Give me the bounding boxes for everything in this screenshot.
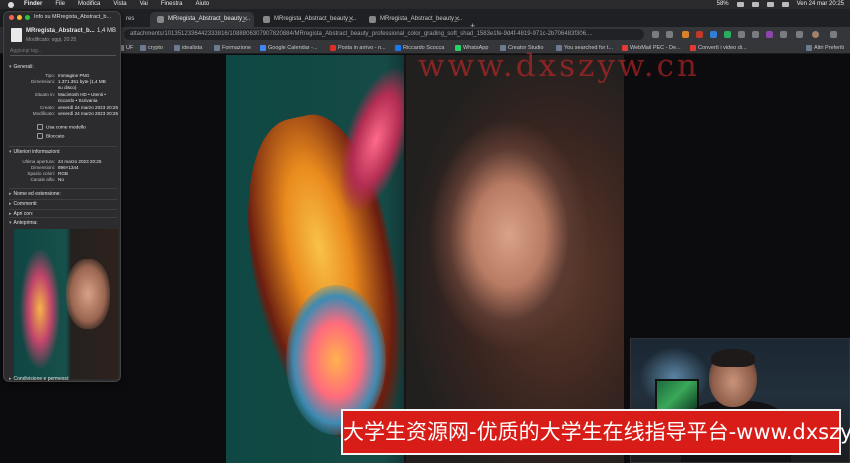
info-row: su disco) — [58, 85, 77, 90]
extension-icon[interactable] — [724, 31, 731, 38]
file-icon — [11, 28, 22, 42]
file-name: MRregista_Abstract_b... — [26, 28, 95, 34]
tab-label: MRregista_Abstract_beauty_... — [168, 16, 251, 22]
bookmark-formazione[interactable]: Formazione — [214, 42, 251, 54]
menu-dots-icon[interactable] — [830, 31, 837, 38]
preview-thumbnail — [14, 229, 118, 379]
watermark-url: www.dxszyw.cn — [418, 48, 700, 84]
extension-icon[interactable] — [752, 31, 759, 38]
tab[interactable]: MRregista_Abstract_beauty_... ✕ — [256, 12, 360, 27]
tab-favicon-icon — [263, 16, 270, 23]
bookmark-idealista[interactable]: idealista — [174, 42, 202, 54]
info-row: Canale alfa: No — [30, 177, 64, 182]
browser-toolbar: attachments/1013512336442333816/10888063… — [0, 27, 850, 42]
divider — [9, 146, 117, 147]
section-preview-toggle[interactable]: Anteprima: — [9, 220, 38, 226]
bookmark-crypto[interactable]: crypto — [140, 42, 163, 54]
extension-icon[interactable] — [682, 31, 689, 38]
divider — [9, 199, 117, 200]
menu-vai[interactable]: Vai — [140, 0, 148, 9]
section-more-info-toggle[interactable]: Ulteriori informazioni: — [9, 149, 61, 155]
file-size: 1,4 MB — [96, 28, 116, 34]
info-row: Situato in: Macintosh HD • Utenti • — [34, 92, 106, 97]
browser-tab-strip: res MRregista_Abstract_beauty_... ✕ MRre… — [0, 9, 850, 31]
section-general-toggle[interactable]: Generali: — [9, 64, 34, 70]
tab-label: MRregista_Abstract_beauty_... — [274, 16, 357, 22]
tab-label: res — [126, 16, 135, 22]
extension-icon[interactable] — [710, 31, 717, 38]
info-row: Tipo: Immagine PNG — [44, 73, 90, 78]
template-checkbox[interactable]: Usa come modello — [37, 124, 86, 130]
preview-face — [66, 259, 110, 329]
apple-icon[interactable] — [8, 1, 14, 8]
image-portrait-face — [404, 55, 624, 463]
bookmark-google-calendar[interactable]: Google Calendar -... — [260, 42, 318, 54]
menu-finestra[interactable]: Finestra — [161, 0, 183, 9]
section-comments-toggle[interactable]: Commenti: — [9, 201, 38, 207]
tab-active[interactable]: MRregista_Abstract_beauty_... ✕ — [150, 12, 254, 27]
info-row: Modificato: venerdì 24 marzo 2023 20:25 — [32, 111, 119, 116]
close-tab-icon[interactable]: ✕ — [454, 12, 460, 27]
macos-menu-bar: Finder File Modifica Vista Vai Finestra … — [0, 0, 850, 9]
window-titlebar[interactable]: Info su MRregista_Abstract_b... — [4, 12, 120, 23]
share-icon[interactable] — [652, 31, 659, 38]
watermark-banner: 大学生资源网-优质的大学生在线指导平台-www.dxszyw.cn — [341, 409, 850, 455]
close-tab-icon[interactable]: ✕ — [242, 12, 248, 27]
address-bar[interactable]: attachments/1013512336442333816/10888063… — [124, 29, 644, 40]
menu-finder[interactable]: Finder — [24, 0, 42, 9]
divider — [9, 188, 117, 189]
info-row: riccardo • Scrivania — [58, 98, 98, 103]
screen: Finder File Modifica Vista Vai Finestra … — [0, 0, 850, 463]
menubar-clock[interactable]: Ven 24 mar 20:25 — [797, 0, 844, 9]
displayed-image[interactable] — [226, 55, 624, 463]
battery-icon[interactable] — [736, 2, 744, 7]
info-row: Ultima apertura: 24 marzo 2023 20:25 — [22, 159, 102, 164]
locked-checkbox[interactable]: Bloccato — [37, 133, 64, 139]
info-row: Dimensioni: 896×1344 — [31, 165, 79, 170]
section-sharing-toggle[interactable]: Condivisione e permessi: — [9, 376, 70, 381]
tags-input[interactable]: Aggiungi tag... — [10, 48, 116, 56]
close-window-button[interactable] — [9, 15, 14, 20]
menu-vista[interactable]: Vista — [113, 0, 126, 9]
wifi-icon[interactable] — [751, 2, 759, 7]
get-info-window: Info su MRregista_Abstract_b... MRregist… — [3, 11, 121, 382]
divider — [9, 209, 117, 210]
image-split-line — [404, 55, 406, 463]
menu-modifica[interactable]: Modifica — [78, 0, 100, 9]
tab-favicon-icon — [157, 16, 164, 23]
control-center-icon[interactable] — [781, 2, 789, 7]
extension-icon[interactable] — [738, 31, 745, 38]
webcam-person-hair — [711, 349, 755, 367]
sidebar-icon[interactable] — [796, 31, 803, 38]
extension-icon[interactable] — [766, 31, 773, 38]
tab[interactable]: MRregista_Abstract_beauty_... ✕ — [362, 12, 466, 27]
preview-swirl — [20, 249, 60, 369]
section-name-extension-toggle[interactable]: Nome ed estensione: — [9, 191, 61, 197]
window-title: Info su MRregista_Abstract_b... — [34, 14, 112, 20]
tab-label: MRregista_Abstract_beauty_... — [380, 16, 463, 22]
info-row: Creato: venerdì 24 marzo 2023 20:25 — [39, 105, 119, 110]
zoom-window-button[interactable] — [25, 15, 30, 20]
webcam-background-monitor — [655, 379, 699, 411]
file-modified: Modificato: oggi, 20:25 — [26, 37, 77, 43]
bookmark-star-icon[interactable] — [666, 31, 673, 38]
extension-icon[interactable] — [696, 31, 703, 38]
bookmark-altri-preferiti[interactable]: Altri Preferiti — [806, 42, 844, 54]
minimize-window-button[interactable] — [17, 15, 22, 20]
menu-extras: 58% Ven 24 mar 20:25 — [717, 0, 844, 9]
tab-partial[interactable]: res — [124, 12, 148, 27]
battery-percent: 58% — [716, 1, 729, 7]
search-icon[interactable] — [766, 2, 774, 7]
menu-aiuto[interactable]: Aiuto — [196, 0, 210, 9]
bookmark-posta[interactable]: Posta in arrivo - n... — [330, 42, 386, 54]
close-tab-icon[interactable]: ✕ — [348, 12, 354, 27]
divider — [9, 217, 117, 218]
info-row: Spazio colori: RGB — [27, 171, 68, 176]
extensions-puzzle-icon[interactable] — [780, 31, 787, 38]
info-row: Dimensioni: 1.371.351 byte (1,4 MB — [31, 79, 106, 84]
menu-file[interactable]: File — [55, 0, 65, 9]
tab-favicon-icon — [369, 16, 376, 23]
profile-avatar[interactable] — [812, 31, 819, 38]
